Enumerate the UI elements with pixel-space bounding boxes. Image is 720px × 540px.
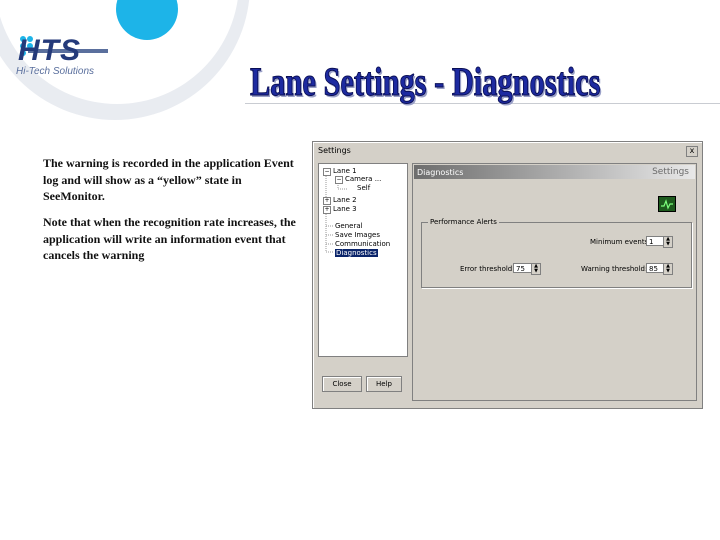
warning-threshold-label: Warning threshold: (581, 265, 648, 273)
min-events-label: Minimum events: (590, 238, 651, 246)
tree-expander-lane-3[interactable]: + (323, 206, 331, 214)
logo-brand: HTS (18, 34, 81, 67)
tree-item-lane-2[interactable]: Lane 2 (333, 196, 357, 204)
error-threshold-spinner[interactable]: ▲ ▼ (531, 263, 541, 275)
panel-header-settings: Settings (652, 167, 689, 177)
help-button[interactable]: Help (366, 376, 402, 392)
tree-item-camera[interactable]: Camera ... (345, 175, 381, 183)
min-events-spinner[interactable]: ▲ ▼ (663, 236, 673, 248)
warning-threshold-spinner[interactable]: ▲ ▼ (663, 263, 673, 275)
tree-item-self[interactable]: Self (357, 184, 370, 192)
performance-alerts-group: Performance Alerts (421, 218, 692, 288)
panel-title: Diagnostics (417, 168, 464, 177)
diagnostics-icon (658, 196, 676, 212)
tree-item-lane-3[interactable]: Lane 3 (333, 205, 357, 213)
dialog-close-button[interactable]: x (686, 146, 698, 157)
tree-expander-camera[interactable]: − (335, 176, 343, 184)
body-paragraph-1: The warning is recorded in the applicati… (43, 156, 294, 203)
dialog-title: Settings (318, 146, 351, 155)
tree-item-lane-1[interactable]: Lane 1 (333, 167, 357, 175)
settings-dialog: Settings x − Lane 1 − Camera ... Self + … (312, 141, 703, 409)
tree-item-save-images[interactable]: Save Images (335, 231, 380, 239)
logo-tagline: Hi-Tech Solutions (16, 66, 95, 77)
performance-alerts-label: Performance Alerts (428, 218, 499, 226)
slide-title: Lane Settings - Diagnostics (250, 59, 601, 105)
tree-item-communication[interactable]: Communication (335, 240, 390, 248)
tree-connectors (325, 172, 347, 253)
settings-tree: − Lane 1 − Camera ... Self + Lane 2 + La… (318, 163, 408, 357)
body-paragraph-2: Note that when the recognition rate incr… (43, 215, 296, 262)
dialog-titlebar: Settings x (315, 144, 700, 158)
tree-item-general[interactable]: General (335, 222, 363, 230)
close-button[interactable]: Close (322, 376, 362, 392)
tree-expander-lane-2[interactable]: + (323, 197, 331, 205)
tree-expander-lane-1[interactable]: − (323, 168, 331, 176)
tree-item-diagnostics[interactable]: Diagnostics (335, 249, 378, 257)
panel-header: Diagnostics Settings (414, 165, 695, 179)
error-threshold-label: Error threshold: (460, 265, 515, 273)
